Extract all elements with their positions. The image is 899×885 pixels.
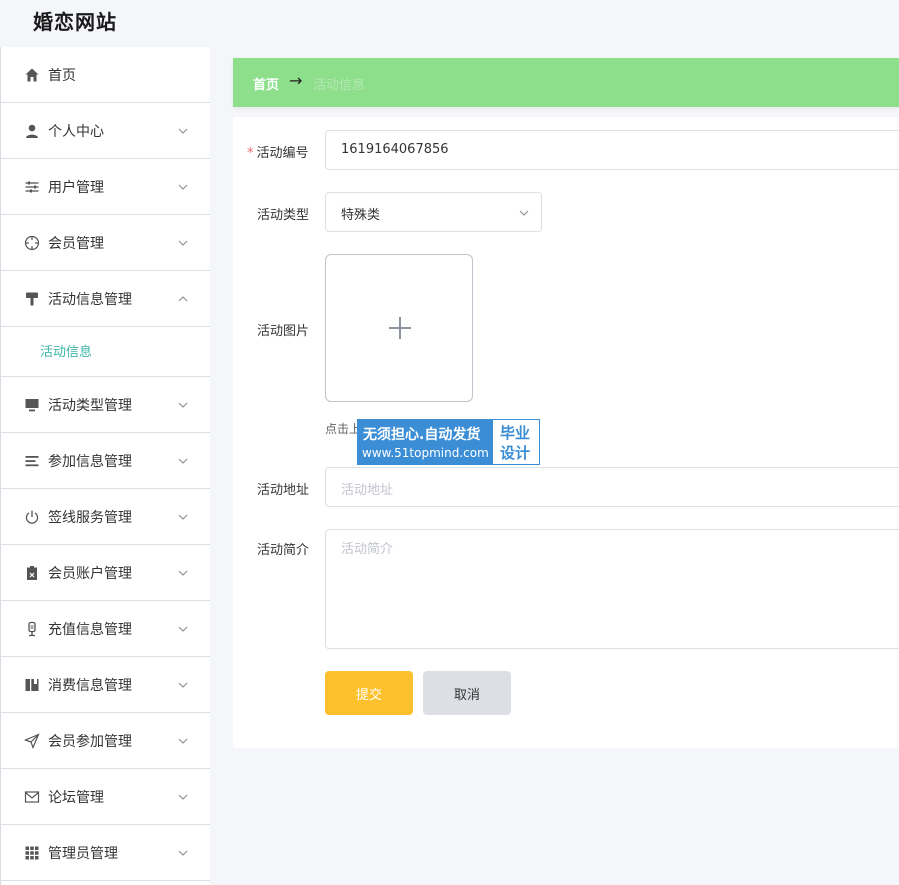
sidebar-item-home[interactable]: 首页: [1, 47, 210, 103]
breadcrumb: 首页 → 活动信息: [233, 58, 899, 107]
upload-tip: 点击上: [325, 422, 362, 436]
activity-intro-label: 活动简介: [257, 543, 310, 558]
sidebar-item-label: 充值信息管理: [48, 621, 132, 638]
sidebar-item-activity-info-management[interactable]: 活动信息管理: [1, 271, 210, 327]
crosshair-icon: [23, 234, 41, 252]
sidebar-item-label: 会员参加管理: [48, 733, 132, 750]
activity-type-label: 活动类型: [257, 208, 310, 223]
sidebar-item-label: 个人中心: [48, 123, 104, 140]
activity-image-label: 活动图片: [257, 324, 310, 339]
chevron-down-icon: [178, 682, 188, 688]
chevron-down-icon: [178, 240, 188, 246]
required-mark: *: [247, 146, 254, 161]
sidebar-item-label: 用户管理: [48, 179, 104, 196]
sidebar-item-user-management[interactable]: 用户管理: [1, 159, 210, 215]
sidebar-item-label: 签线服务管理: [48, 509, 132, 526]
chevron-down-icon: [519, 210, 529, 216]
watermark-right2: 设计: [500, 444, 531, 462]
activity-form: * 活动编号 1619164067856 活动类型 特殊类 活动图片 点击上 活动…: [233, 117, 899, 748]
sidebar-item-label: 论坛管理: [48, 789, 104, 806]
sidebar-item-recharge-info-management[interactable]: 充值信息管理: [1, 601, 210, 657]
sidebar-item-forum-management[interactable]: 论坛管理: [1, 769, 210, 825]
sidebar-item-label: 会员账户管理: [48, 565, 132, 582]
chevron-down-icon: [178, 184, 188, 190]
chevron-down-icon: [178, 738, 188, 744]
chevron-down-icon: [178, 402, 188, 408]
send-icon: [23, 732, 41, 750]
activity-intro-textarea[interactable]: 活动简介: [325, 529, 899, 649]
watermark-banner: 无须担心.自动发货 www.51topmind.com 毕业 设计: [357, 419, 540, 465]
sidebar-item-member-account-management[interactable]: 会员账户管理: [1, 545, 210, 601]
watermark-line1: 无须担心.自动发货: [363, 427, 481, 443]
sidebar-item-label: 活动类型管理: [48, 397, 132, 414]
watermark-right1: 毕业: [500, 424, 531, 442]
sidebar-item-label: 活动信息管理: [48, 291, 132, 308]
sidebar-item-personal-center[interactable]: 个人中心: [1, 103, 210, 159]
cancel-button[interactable]: 取消: [423, 671, 511, 715]
sidebar-item-label: 消费信息管理: [48, 677, 132, 694]
grid-icon: [23, 844, 41, 862]
activity-code-label: * 活动编号: [247, 146, 309, 161]
list-icon: [23, 452, 41, 470]
chevron-down-icon: [178, 850, 188, 856]
sidebar-subitem-activity-info[interactable]: 活动信息: [1, 327, 210, 377]
sidebar-item-consumption-info-management[interactable]: 消费信息管理: [1, 657, 210, 713]
sidebar-item-label: 会员管理: [48, 235, 104, 252]
clipboard-x-icon: [23, 564, 41, 582]
chevron-down-icon: [178, 626, 188, 632]
activity-type-select[interactable]: 特殊类: [325, 192, 542, 232]
app-title: 婚恋网站: [33, 10, 117, 34]
chevron-up-icon: [178, 295, 188, 301]
breadcrumb-current: 活动信息: [313, 78, 366, 93]
activity-address-placeholder: 活动地址: [341, 483, 394, 498]
activity-intro-placeholder: 活动简介: [341, 542, 394, 557]
sidebar-item-label: 管理员管理: [48, 845, 118, 862]
sidebar: 首页 个人中心 用户管理 会员管理 活动信息管理 活动信息 活动类型管理 参加信…: [0, 47, 210, 885]
home-icon: [23, 66, 41, 84]
chevron-down-icon: [178, 458, 188, 464]
sliders-icon: [23, 178, 41, 196]
activity-code-value: 1619164067856: [341, 142, 449, 157]
sidebar-item-activity-type-management[interactable]: 活动类型管理: [1, 377, 210, 433]
user-icon: [23, 122, 41, 140]
sidebar-item-sign-service-management[interactable]: 签线服务管理: [1, 489, 210, 545]
breadcrumb-home-link[interactable]: 首页: [253, 74, 279, 93]
top-bar: 婚恋网站: [0, 0, 899, 47]
breadcrumb-separator: →: [289, 71, 303, 90]
chevron-down-icon: [178, 128, 188, 134]
activity-type-value: 特殊类: [341, 208, 381, 223]
chevron-down-icon: [178, 514, 188, 520]
chevron-down-icon: [178, 794, 188, 800]
monitor-icon: [23, 396, 41, 414]
sidebar-item-label: 首页: [48, 67, 76, 84]
paint-roller-icon: [23, 290, 41, 308]
activity-code-input[interactable]: 1619164067856: [325, 130, 899, 170]
book-icon: [23, 676, 41, 694]
sidebar-subitem-label: 活动信息: [40, 345, 93, 360]
submit-button[interactable]: 提交: [325, 671, 413, 715]
activity-address-input[interactable]: 活动地址: [325, 467, 899, 507]
sidebar-item-member-participation-management[interactable]: 会员参加管理: [1, 713, 210, 769]
microphone-icon: [23, 620, 41, 638]
activity-address-label: 活动地址: [257, 483, 310, 498]
sidebar-item-label: 参加信息管理: [48, 453, 132, 470]
sidebar-item-participation-info-management[interactable]: 参加信息管理: [1, 433, 210, 489]
image-upload-box[interactable]: [325, 254, 473, 402]
mail-icon: [23, 788, 41, 806]
chevron-down-icon: [178, 570, 188, 576]
power-icon: [23, 508, 41, 526]
sidebar-item-member-management[interactable]: 会员管理: [1, 215, 210, 271]
sidebar-item-admin-management[interactable]: 管理员管理: [1, 825, 210, 881]
watermark-line2: www.51topmind.com: [362, 446, 489, 460]
